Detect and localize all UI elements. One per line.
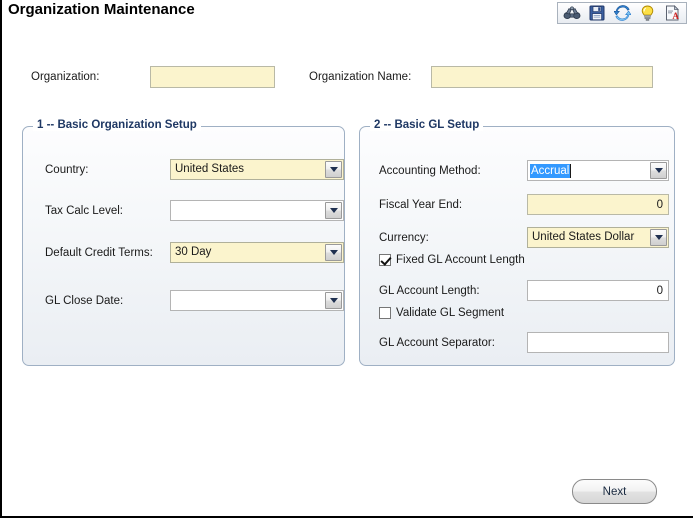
accounting-method-value: Accrual xyxy=(530,163,572,178)
toolbar: A xyxy=(557,2,687,24)
country-label: Country: xyxy=(45,164,89,176)
binoculars-icon[interactable] xyxy=(563,4,581,22)
gl-close-date-value xyxy=(171,291,325,310)
organization-input[interactable] xyxy=(150,66,275,88)
validate-gl-segment-checkbox-row[interactable]: Validate GL Segment xyxy=(379,307,504,319)
page-title: Organization Maintenance xyxy=(8,1,195,18)
next-button[interactable]: Next xyxy=(572,479,657,504)
chevron-down-icon[interactable] xyxy=(325,161,342,178)
country-value: United States xyxy=(175,163,245,175)
panel-right-title: 2 -- Basic GL Setup xyxy=(370,119,484,131)
fiscal-year-end-label: Fiscal Year End: xyxy=(379,199,463,211)
report-icon[interactable]: A xyxy=(663,4,681,22)
save-icon[interactable] xyxy=(588,4,606,22)
currency-value: United States Dollar xyxy=(532,231,635,243)
fixed-gl-account-length-label: Fixed GL Account Length xyxy=(396,254,525,266)
fixed-gl-account-length-checkbox-row[interactable]: Fixed GL Account Length xyxy=(379,254,525,266)
chevron-down-icon[interactable] xyxy=(650,162,667,179)
gl-close-date-combo[interactable] xyxy=(170,290,344,311)
chevron-down-icon[interactable] xyxy=(650,229,667,246)
validate-gl-segment-label: Validate GL Segment xyxy=(396,307,505,319)
organization-name-label: Organization Name: xyxy=(309,71,412,83)
tax-calc-level-label: Tax Calc Level: xyxy=(45,205,123,217)
panel-left-title: 1 -- Basic Organization Setup xyxy=(33,119,201,131)
default-credit-terms-combo[interactable]: 30 Day xyxy=(170,242,344,263)
refresh-icon[interactable] xyxy=(613,4,631,22)
checkbox-icon[interactable] xyxy=(379,307,391,319)
gl-close-date-label: GL Close Date: xyxy=(45,295,124,307)
gl-account-separator-input[interactable] xyxy=(527,332,669,353)
default-credit-terms-value: 30 Day xyxy=(175,246,212,258)
organization-name-input[interactable] xyxy=(431,66,653,88)
chevron-down-icon[interactable] xyxy=(325,244,342,261)
default-credit-terms-label: Default Credit Terms: xyxy=(45,247,153,259)
organization-label: Organization: xyxy=(31,71,100,83)
svg-text:A: A xyxy=(672,11,679,21)
gl-account-length-label: GL Account Length: xyxy=(379,285,480,297)
panel-basic-gl-setup: 2 -- Basic GL Setup Accounting Method: A… xyxy=(359,119,675,366)
gl-account-separator-label: GL Account Separator: xyxy=(379,337,495,349)
gl-account-length-input[interactable] xyxy=(527,280,669,301)
accounting-method-label: Accounting Method: xyxy=(379,165,481,177)
panel-basic-organization-setup: 1 -- Basic Organization Setup Country: U… xyxy=(22,119,345,366)
country-combo[interactable]: United States xyxy=(170,159,344,180)
chevron-down-icon[interactable] xyxy=(325,202,342,219)
accounting-method-combo[interactable]: Accrual xyxy=(527,160,669,181)
currency-combo[interactable]: United States Dollar xyxy=(527,227,669,248)
tax-calc-level-value xyxy=(171,201,325,220)
tax-calc-level-combo[interactable] xyxy=(170,200,344,221)
chevron-down-icon[interactable] xyxy=(325,292,342,309)
lightbulb-icon[interactable] xyxy=(638,4,656,22)
checkbox-icon[interactable] xyxy=(379,254,391,266)
organization-maintenance-window: Organization Maintenance A Organization:… xyxy=(0,0,693,518)
currency-label: Currency: xyxy=(379,232,429,244)
fiscal-year-end-input[interactable] xyxy=(527,194,669,215)
